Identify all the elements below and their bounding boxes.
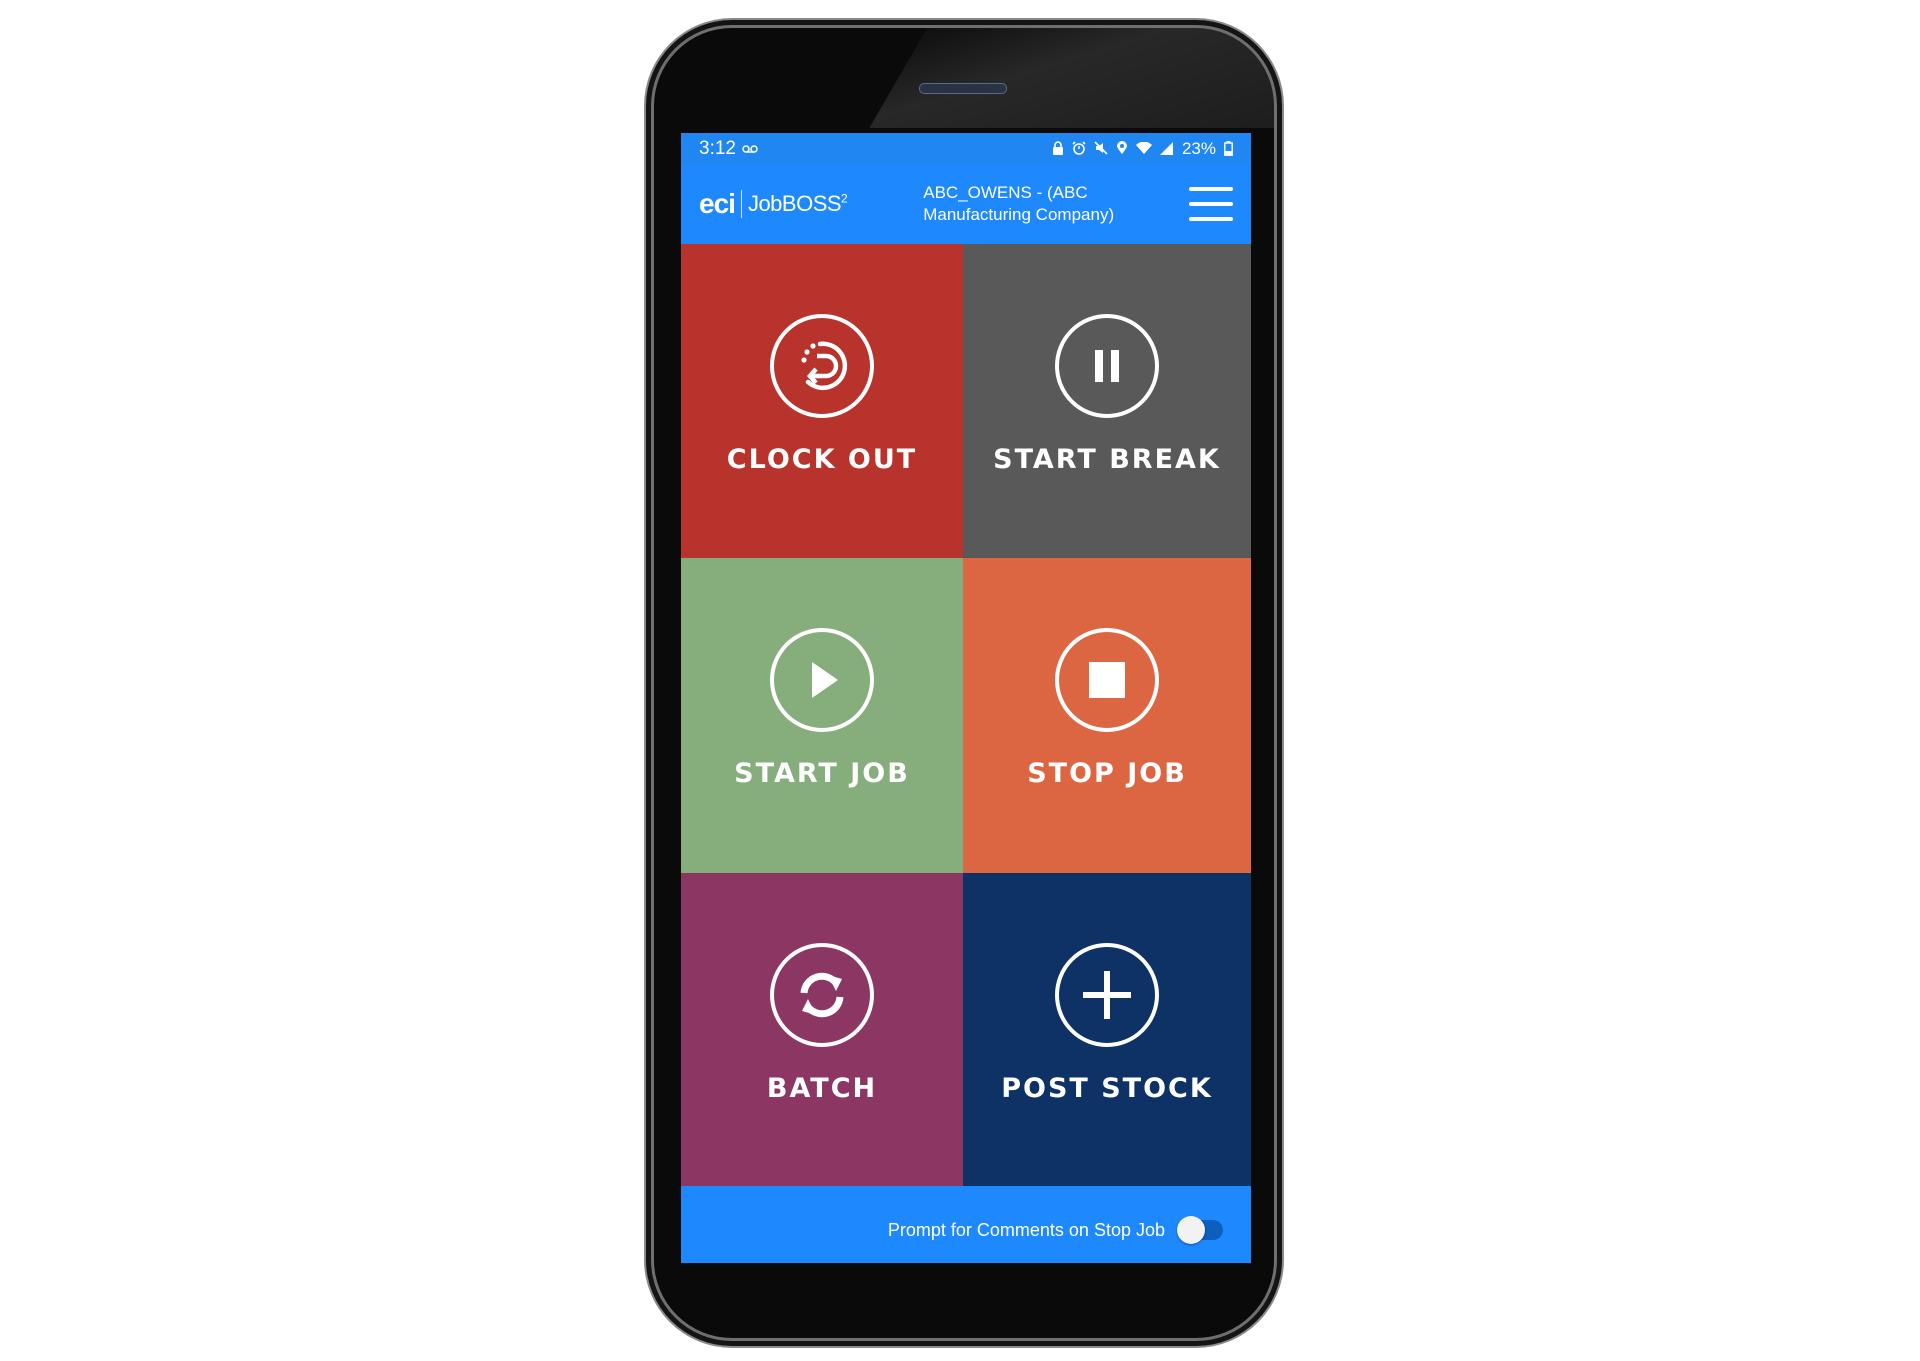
logo-divider (740, 189, 742, 218)
status-bar: 3:12 23% (681, 133, 1251, 165)
prompt-comments-toggle[interactable] (1177, 1216, 1223, 1244)
plus-icon (1055, 943, 1159, 1047)
prompt-comments-label: Prompt for Comments on Stop Job (887, 1219, 1165, 1240)
mute-icon (1094, 141, 1108, 157)
stop-icon (1055, 628, 1159, 732)
battery-percent: 23% (1181, 139, 1216, 158)
refresh-icon (770, 943, 874, 1047)
signal-icon (1159, 141, 1174, 157)
phone-screen: 3:12 23% eci JobBOSS2 ABC_OWENS - (ABC M… (681, 133, 1251, 1263)
lock-icon (1052, 141, 1064, 157)
phone-glare (869, 28, 1274, 128)
app-header: eci JobBOSS2 ABC_OWENS - (ABC Manufactur… (681, 165, 1251, 242)
jobboss-logo: eci JobBOSS2 (699, 184, 848, 224)
start-break-label: START BREAK (993, 444, 1221, 475)
status-time: 3:12 (699, 138, 736, 159)
start-break-button[interactable]: START BREAK (963, 244, 1251, 558)
company-name: ABC_OWENS - (ABC Manufacturing Company) (923, 182, 1153, 226)
start-job-label: START JOB (734, 758, 910, 789)
stop-job-label: STOP JOB (1027, 758, 1187, 789)
location-icon (1116, 141, 1128, 157)
pause-icon (1055, 314, 1159, 418)
clock-out-icon (770, 314, 874, 418)
hamburger-menu-icon[interactable] (1189, 186, 1233, 221)
action-grid: CLOCK OUT START BREAK START JOB STOP JOB… (681, 244, 1251, 1197)
post-stock-button[interactable]: POST STOCK (963, 873, 1251, 1186)
earpiece-speaker (919, 83, 1007, 94)
clock-out-label: CLOCK OUT (726, 444, 918, 475)
company-line-1: ABC_OWENS - (ABC (923, 182, 1088, 202)
logo-product-name: JobBOSS (747, 190, 842, 216)
menu-bar-middle (1189, 201, 1233, 206)
toggle-knob (1177, 1216, 1205, 1244)
company-line-2: Manufacturing Company) (923, 204, 1115, 224)
voicemail-icon (742, 142, 758, 156)
start-job-button[interactable]: START JOB (681, 558, 963, 873)
logo-eci-text: eci (699, 187, 736, 219)
menu-bar-bottom (1189, 216, 1233, 221)
phone-frame: 3:12 23% eci JobBOSS2 ABC_OWENS - (ABC M… (654, 28, 1274, 1338)
logo-product-text: JobBOSS2 (747, 190, 848, 217)
wifi-icon (1135, 141, 1152, 157)
post-stock-label: POST STOCK (1001, 1073, 1213, 1104)
play-icon (770, 628, 874, 732)
status-left: 3:12 (699, 138, 758, 160)
logo-superscript: 2 (841, 191, 848, 206)
status-right: 23% (1052, 139, 1233, 159)
batch-button[interactable]: BATCH (681, 873, 963, 1186)
menu-bar-top (1189, 186, 1233, 191)
battery-icon (1224, 140, 1233, 158)
stage: 3:12 23% eci JobBOSS2 ABC_OWENS - (ABC M… (0, 0, 1920, 1361)
footer-bar: Prompt for Comments on Stop Job (681, 1197, 1251, 1263)
clock-out-button[interactable]: CLOCK OUT (681, 244, 963, 558)
stop-job-button[interactable]: STOP JOB (963, 558, 1251, 873)
batch-label: BATCH (766, 1073, 878, 1104)
alarm-icon (1072, 141, 1086, 157)
